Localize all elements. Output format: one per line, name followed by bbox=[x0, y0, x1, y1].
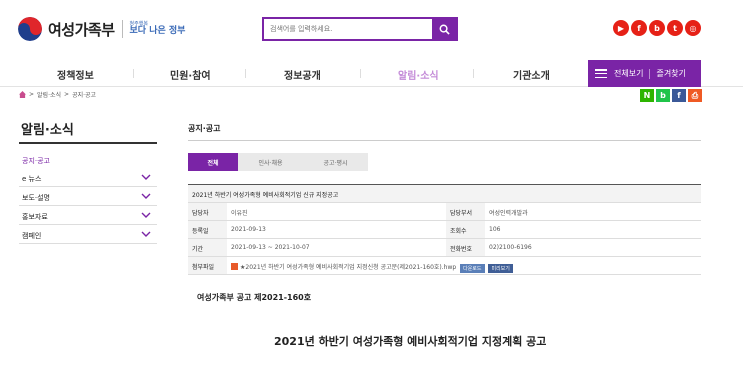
file-label: 첨부파일 bbox=[188, 257, 227, 274]
lnb-item-label: 홍보자료 bbox=[22, 213, 48, 221]
download-button[interactable]: 다운로드 bbox=[460, 264, 485, 273]
taegeuk-logo-icon bbox=[18, 17, 42, 41]
band-icon[interactable]: b bbox=[656, 89, 670, 102]
views-value: 106 bbox=[489, 226, 501, 233]
hamburger-icon[interactable] bbox=[595, 69, 607, 78]
phone-value: 02)2100-6196 bbox=[489, 244, 532, 251]
lnb-item-label: 캠페인 bbox=[22, 232, 42, 240]
gnb-separator bbox=[245, 69, 246, 78]
twitter-icon[interactable]: t bbox=[667, 20, 683, 36]
lnb-item[interactable]: e 뉴스 bbox=[19, 170, 157, 187]
lnb-item[interactable]: 캠페인 bbox=[19, 227, 157, 244]
period-value: 2021-09-13 ~ 2021-10-07 bbox=[231, 244, 310, 251]
gnb-news[interactable]: 알림·소식 bbox=[398, 67, 439, 82]
menu-divider bbox=[649, 68, 651, 79]
attachment-name: ★2021년 하반기 여성가족형 예비사회적기업 지정신청 공고문(제2021-… bbox=[240, 264, 457, 271]
slogan-big: 보다 나은 정부 bbox=[129, 26, 186, 36]
page-title: 공지·공고 bbox=[188, 124, 221, 133]
table-row: 담당자 이유진 담당부서 여성인력개발과 bbox=[188, 203, 701, 221]
chevron-down-icon[interactable] bbox=[141, 211, 151, 219]
all-menu-bar: 전체보기 즐겨찾기 bbox=[588, 60, 701, 87]
favorites-button[interactable]: 즐겨찾기 bbox=[656, 68, 685, 79]
table-row: 기간 2021-09-13 ~ 2021-10-07 전화번호 02)2100-… bbox=[188, 239, 701, 257]
gnb-separator bbox=[133, 69, 134, 78]
lnb-item-label: 공지·공고 bbox=[22, 157, 50, 165]
print-icon[interactable]: ⎙ bbox=[688, 89, 702, 102]
share-links: Nb f ⎙ bbox=[640, 89, 702, 102]
dept-label: 담당부서 bbox=[446, 203, 485, 220]
tab-recruitment[interactable]: 인사·채용 bbox=[238, 153, 303, 171]
document-number: 여성가족부 공고 제2021-160호 bbox=[197, 293, 312, 302]
facebook-icon[interactable]: f bbox=[631, 20, 647, 36]
youtube-icon[interactable]: ▶ bbox=[613, 20, 629, 36]
post-detail-table: 2021년 하반기 여성가족형 예비사회적기업 신규 지정공고 담당자 이유진 … bbox=[188, 184, 701, 275]
all-menu-button[interactable]: 전체보기 bbox=[614, 68, 643, 79]
gnb-civil[interactable]: 민원·참여 bbox=[170, 67, 211, 82]
gnb-disclosure[interactable]: 정보공개 bbox=[284, 67, 321, 82]
lnb-item-label: e 뉴스 bbox=[22, 175, 42, 183]
facebook-share-icon[interactable]: f bbox=[672, 89, 686, 102]
table-row: 등록일 2021-09-13 조회수 106 bbox=[188, 221, 701, 239]
lnb-item[interactable]: 공지·공고 bbox=[19, 152, 157, 169]
instagram-icon[interactable]: ◎ bbox=[685, 20, 701, 36]
chevron-down-icon[interactable] bbox=[141, 192, 151, 200]
document-heading: 2021년 하반기 여성가족형 예비사회적기업 지정계획 공고 bbox=[274, 335, 547, 348]
breadcrumb-separator: > bbox=[29, 91, 35, 98]
naver-icon[interactable]: N bbox=[640, 89, 654, 102]
breadcrumb-separator: > bbox=[64, 91, 70, 98]
logo-name: 여성가족부 bbox=[48, 20, 115, 39]
breadcrumb: > 알림·소식 > 공지·공고 bbox=[19, 90, 96, 99]
search-icon bbox=[439, 24, 450, 35]
title-divider bbox=[188, 140, 701, 141]
lnb-title: 알림·소식 bbox=[21, 123, 74, 138]
tab-all[interactable]: 전체 bbox=[188, 153, 238, 171]
date-value: 2021-09-13 bbox=[231, 226, 266, 233]
sns-links: ▶ f b t ◎ bbox=[613, 20, 701, 36]
gnb-separator bbox=[473, 69, 474, 78]
breadcrumb-item[interactable]: 공지·공고 bbox=[72, 90, 96, 99]
phone-label: 전화번호 bbox=[446, 239, 485, 256]
chevron-down-icon[interactable] bbox=[141, 173, 151, 181]
lnb-item[interactable]: 보도·설명 bbox=[19, 189, 157, 206]
logo-slogan: 청주행복 보다 나은 정부 bbox=[130, 22, 186, 36]
period-label: 기간 bbox=[188, 239, 227, 256]
site-logo[interactable]: 여성가족부 청주행복 보다 나은 정부 bbox=[18, 17, 185, 41]
category-tabs: 전체 인사·채용 공고·평시 bbox=[188, 153, 368, 171]
dept-value: 여성인력개발과 bbox=[489, 210, 528, 217]
post-subject: 2021년 하반기 여성가족형 예비사회적기업 신규 지정공고 bbox=[188, 185, 701, 203]
search-input[interactable] bbox=[264, 19, 432, 39]
gnb-policy[interactable]: 정책정보 bbox=[57, 67, 94, 82]
search-box bbox=[262, 17, 458, 41]
lnb-item[interactable]: 홍보자료 bbox=[19, 208, 157, 225]
views-label: 조회수 bbox=[446, 221, 485, 238]
table-row: 첨부파일 ★2021년 하반기 여성가족형 예비사회적기업 지정신청 공고문(제… bbox=[188, 257, 701, 275]
chevron-down-icon[interactable] bbox=[141, 230, 151, 238]
lnb-item-label: 보도·설명 bbox=[22, 194, 50, 202]
search-button[interactable] bbox=[432, 19, 456, 39]
breadcrumb-item[interactable]: 알림·소식 bbox=[37, 90, 61, 99]
home-icon[interactable] bbox=[19, 91, 26, 98]
logo-divider bbox=[121, 20, 123, 38]
tab-announcement[interactable]: 공고·평시 bbox=[303, 153, 368, 171]
gnb-about[interactable]: 기관소개 bbox=[513, 67, 550, 82]
manager-label: 담당자 bbox=[188, 203, 227, 220]
lnb-title-underline bbox=[19, 142, 157, 144]
blog-icon[interactable]: b bbox=[649, 20, 665, 36]
attachment-link[interactable]: ★2021년 하반기 여성가족형 예비사회적기업 지정신청 공고문(제2021-… bbox=[231, 262, 456, 271]
gnb-separator bbox=[360, 69, 361, 78]
file-cell: ★2021년 하반기 여성가족형 예비사회적기업 지정신청 공고문(제2021-… bbox=[227, 257, 513, 274]
preview-button[interactable]: 미리보기 bbox=[488, 264, 513, 273]
hwp-file-icon bbox=[231, 263, 238, 270]
date-label: 등록일 bbox=[188, 221, 227, 238]
manager-value: 이유진 bbox=[231, 210, 248, 217]
